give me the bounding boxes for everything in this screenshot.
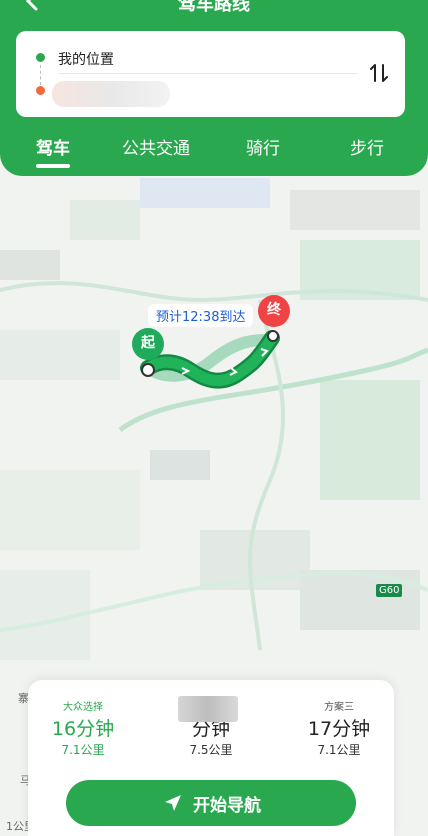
origin-dot-icon [36,53,45,62]
tab-walking[interactable]: 步行 [350,134,384,159]
route-option-3[interactable]: 方案三 17分钟 7.1公里 [284,698,394,758]
page-title: 驾车路线 [178,0,250,15]
start-pin: 起 [132,328,164,360]
road-badge: G60 [376,584,403,597]
route-option-1[interactable]: 大众选择 16分钟 7.1公里 [28,698,138,758]
eta-label: 预计12:38到达 [148,304,254,327]
end-pin: 终 [258,295,290,327]
route-options-sheet: 大众选择 16分钟 7.1公里 分钟 7.5公里 方案三 17分钟 7.1公里 … [28,680,394,836]
tab-cycling[interactable]: 骑行 [246,134,280,159]
route-option-distance: 7.1公里 [317,743,361,757]
route-option-tag: 方案三 [324,702,354,713]
destination-dot-icon [36,86,45,95]
start-navigation-button[interactable]: 开始导航 [66,780,356,826]
origin-field[interactable]: 我的位置 [58,49,114,69]
navigation-arrow-icon [161,791,185,815]
route-option-time: 17分钟 [307,718,371,740]
tab-public-transit[interactable]: 公共交通 [122,134,190,159]
divider [58,73,358,74]
route-option-tag: 大众选择 [63,702,103,713]
transport-tabs: 驾车 公共交通 骑行 步行 [0,134,428,168]
swap-route-icon[interactable] [367,61,391,85]
route-card: 我的位置 [16,31,405,117]
tab-indicator [36,164,70,168]
route-option-distance: 7.5公里 [189,743,233,757]
route-option-time: 16分钟 [51,718,115,740]
start-navigation-label: 开始导航 [193,795,261,816]
header: 驾车路线 我的位置 驾车 公共交通 骑行 步行 [0,0,428,176]
blurred-overlay [178,696,238,722]
route-connector [40,65,41,85]
route-option-distance: 7.1公里 [61,743,105,757]
tab-drive[interactable]: 驾车 [36,134,70,159]
destination-field[interactable] [52,81,170,107]
